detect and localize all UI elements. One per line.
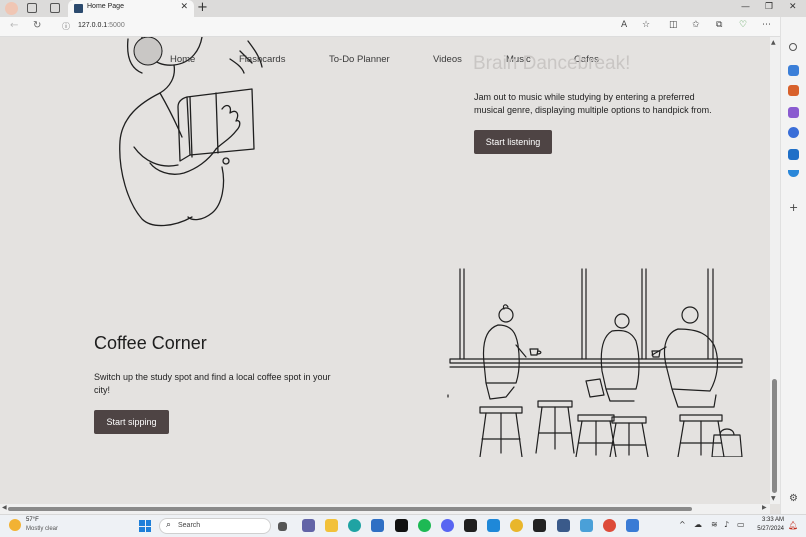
start-button[interactable] (139, 520, 151, 532)
edge-sidebar: + ⚙ (780, 17, 806, 515)
netflix-icon[interactable] (395, 519, 408, 532)
pycharm-icon[interactable] (464, 519, 477, 532)
favorite-star-icon[interactable]: ☆ (642, 20, 650, 30)
photos-icon[interactable] (580, 519, 593, 532)
search-icon: ⌕ (166, 520, 172, 530)
nav-link-home[interactable]: Home (170, 54, 195, 65)
title-bar: Home Page ✕ + — ❐ ✕ (0, 0, 806, 17)
coffee-section-title: Coffee Corner (94, 333, 207, 353)
store-icon[interactable] (371, 519, 384, 532)
scroll-down-arrow-icon[interactable]: ▼ (771, 495, 776, 502)
chrome-icon[interactable] (510, 519, 523, 532)
tab-close-icon[interactable]: ✕ (180, 2, 188, 12)
collections-icon[interactable]: ⧉ (716, 20, 722, 30)
search-label: Search (178, 522, 201, 529)
notification-bell-icon[interactable]: 🔔︎ (788, 521, 798, 530)
nav-link-todo-planner[interactable]: To-Do Planner (329, 54, 390, 65)
site-info-icon[interactable]: ⓘ (62, 21, 70, 32)
close-window-button[interactable]: ✕ (789, 2, 797, 12)
battery-icon[interactable]: ▭ (737, 520, 745, 529)
refresh-icon[interactable]: ↻ (33, 20, 41, 31)
new-tab-button[interactable]: + (197, 0, 208, 16)
nav-link-flashcards[interactable]: Flashcards (239, 54, 285, 65)
more-menu-icon[interactable]: ⋯ (762, 20, 771, 30)
wifi-icon[interactable]: ≋ (711, 520, 718, 529)
start-listening-button[interactable]: Start listening (474, 130, 552, 154)
profile-icon[interactable] (5, 2, 18, 15)
vertical-scroll-thumb[interactable] (772, 379, 777, 493)
edge-icon[interactable] (348, 519, 361, 532)
tray-overflow-icon[interactable]: ^ (679, 520, 686, 529)
split-screen-icon[interactable]: ◫ (669, 20, 678, 30)
read-aloud-icon[interactable]: A (621, 20, 627, 30)
windows-taskbar: 57°F Mostly clear ⌕ Search ^ ☁ ≋ ♪ ▭ 3:3… (0, 514, 806, 537)
chrome-profile-icon[interactable] (603, 519, 616, 532)
snipping-tool-icon[interactable] (557, 519, 570, 532)
vertical-scrollbar[interactable]: ▲ ▼ (770, 37, 780, 504)
sidebar-settings-icon[interactable]: ⚙ (789, 493, 798, 504)
favorites-icon[interactable]: ✩ (692, 20, 700, 30)
weather-temperature[interactable]: 57°F (26, 517, 39, 523)
reading-illustration (119, 37, 263, 227)
cafe-illustration (447, 268, 743, 457)
sidebar-outlook-icon[interactable] (788, 149, 799, 160)
clock-date[interactable]: 5/27/2024 (752, 526, 784, 532)
minimize-button[interactable]: — (741, 2, 750, 12)
scroll-left-arrow-icon[interactable]: ◀ (2, 504, 7, 511)
workspaces-icon[interactable] (27, 3, 37, 13)
discord-icon[interactable] (441, 519, 454, 532)
taskbar-search[interactable]: ⌕ Search (159, 518, 271, 534)
scroll-right-arrow-icon[interactable]: ▶ (762, 504, 767, 511)
tab-actions-icon[interactable] (50, 3, 60, 13)
tab-home-page[interactable]: Home Page ✕ (68, 0, 194, 17)
edge-app-icon[interactable] (626, 519, 639, 532)
horizontal-scroll-thumb[interactable] (8, 507, 692, 511)
browser-essentials-icon[interactable]: ♡ (739, 20, 747, 30)
address-bar: ← ↻ ⓘ 127.0.0.1:5000 A ☆ ◫ ✩ ⧉ ♡ ⋯ (0, 17, 806, 37)
file-explorer-icon[interactable] (325, 519, 338, 532)
terminal-icon[interactable] (533, 519, 546, 532)
nav-link-videos[interactable]: Videos (433, 54, 462, 65)
restore-button[interactable]: ❐ (765, 2, 773, 12)
file-explorer-tile-icon[interactable] (278, 522, 287, 531)
spotify-icon[interactable] (418, 519, 431, 532)
sidebar-tools-icon[interactable] (788, 85, 799, 96)
sidebar-shopping-icon[interactable] (788, 65, 799, 76)
weather-description[interactable]: Mostly clear (26, 526, 58, 532)
sidebar-games-icon[interactable] (788, 127, 799, 138)
start-sipping-button[interactable]: Start sipping (94, 410, 169, 434)
music-section-text: Jam out to music while studying by enter… (474, 92, 712, 115)
coffee-section-text: Switch up the study spot and find a loca… (94, 372, 331, 395)
sidebar-search-icon[interactable] (789, 43, 797, 51)
page-favicon-icon (74, 4, 83, 13)
music-section-title: Brain Dancebreak! (473, 53, 631, 74)
scroll-up-arrow-icon[interactable]: ▲ (771, 39, 776, 46)
onedrive-icon[interactable]: ☁ (694, 520, 702, 529)
volume-icon[interactable]: ♪ (724, 520, 729, 529)
horizontal-scrollbar[interactable]: ◀ ▶ (0, 504, 770, 514)
vscode-icon[interactable] (487, 519, 500, 532)
sidebar-designer-icon[interactable] (788, 170, 799, 177)
sidebar-people-icon[interactable] (788, 107, 799, 118)
url-field[interactable]: ⓘ 127.0.0.1:5000 (55, 19, 660, 35)
sidebar-add-icon[interactable]: + (789, 201, 798, 214)
page-viewport: Home Flashcards To-Do Planner Videos Mus… (0, 37, 770, 504)
url-text: 127.0.0.1:5000 (78, 22, 125, 29)
back-icon[interactable]: ← (10, 20, 18, 31)
clock-time[interactable]: 3:33 AM (754, 517, 784, 523)
teams-icon[interactable] (302, 519, 315, 532)
tab-title: Home Page (87, 3, 124, 10)
weather-icon[interactable] (9, 519, 21, 531)
